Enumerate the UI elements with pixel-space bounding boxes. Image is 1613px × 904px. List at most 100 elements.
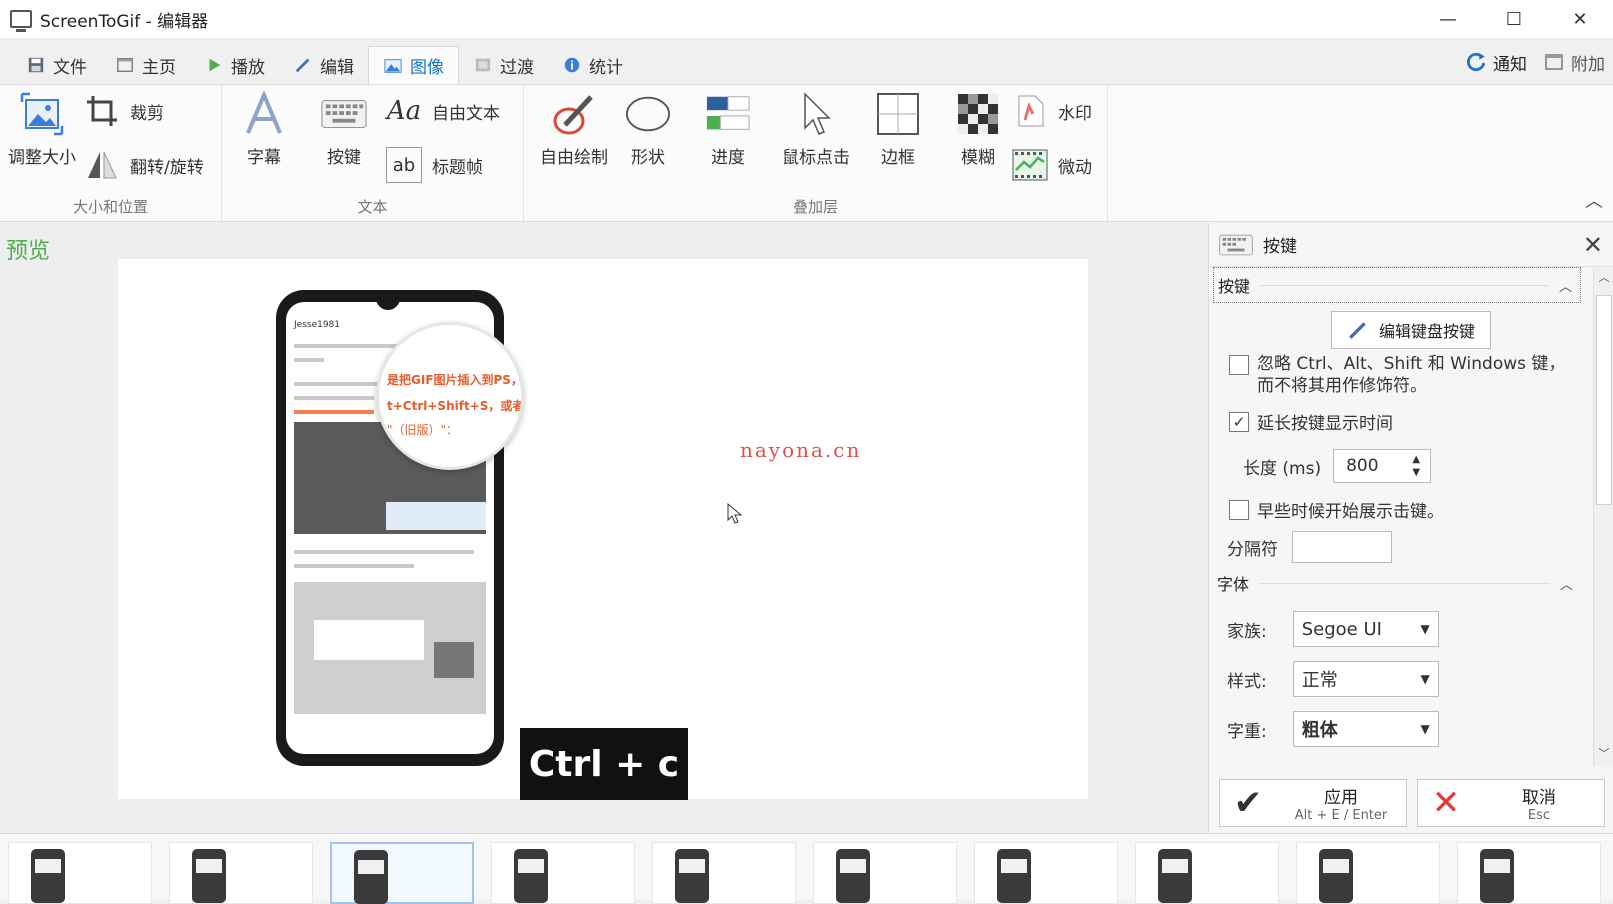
cancel-button[interactable]: ✕ 取消 Esc xyxy=(1417,779,1605,827)
extend-display-row[interactable]: ✓ 延长按键显示时间 xyxy=(1229,409,1393,434)
flip-rotate-button[interactable]: 翻转/旋转 xyxy=(84,147,204,183)
ellipse-icon xyxy=(625,91,671,137)
tab-home-label: 主页 xyxy=(142,57,176,78)
progress-icon xyxy=(705,91,751,137)
frame-thumbnail[interactable] xyxy=(813,842,957,904)
tab-home[interactable]: 主页 xyxy=(101,46,190,84)
blur-button[interactable]: 模糊 xyxy=(948,91,1008,168)
mouse-clicks-label: 鼠标点击 xyxy=(782,148,850,168)
frame-thumbnail[interactable] xyxy=(491,842,635,904)
tab-file[interactable]: 文件 xyxy=(12,46,101,84)
free-drawing-button[interactable]: 自由绘制 xyxy=(532,91,616,168)
frame-filmstrip xyxy=(0,833,1613,904)
keystrokes-button[interactable]: 按键 xyxy=(310,91,378,168)
frame-thumbnail-image xyxy=(514,849,548,903)
frame-thumbnail[interactable] xyxy=(652,842,796,904)
spinner-arrows-icon[interactable]: ▲ ▼ xyxy=(1412,453,1420,479)
tab-file-label: 文件 xyxy=(53,57,87,78)
title-frame-label: 标题帧 xyxy=(432,157,483,178)
resize-button[interactable]: 调整大小 xyxy=(4,91,80,168)
edit-keys-button[interactable]: 编辑键盘按键 xyxy=(1331,311,1491,349)
cinemagraph-button[interactable]: 微动 xyxy=(1012,147,1092,183)
family-select[interactable]: Segoe UI ▼ xyxy=(1292,611,1439,647)
collapse-ribbon-chevron-icon[interactable]: ︿ xyxy=(1585,187,1603,213)
title-bar: ScreenToGif - 编辑器 — ☐ ✕ xyxy=(0,0,1613,38)
watermark-button[interactable]: 水印 xyxy=(1012,93,1092,129)
frame-thumbnail-image xyxy=(675,849,709,903)
group-size-label: 大小和位置 xyxy=(72,198,148,216)
style-label: 样式: xyxy=(1227,671,1267,692)
separator-row: 分隔符 xyxy=(1227,531,1392,563)
crop-button[interactable]: 裁剪 xyxy=(84,93,164,129)
earlier-display-checkbox[interactable] xyxy=(1229,499,1249,520)
section-keys-header[interactable]: 按键 ︿ xyxy=(1213,267,1581,303)
ignore-modifiers-label: 忽略 Ctrl、Alt、Shift 和 Windows 键，而不将其用作修饰符。 xyxy=(1257,354,1566,396)
cinemagraph-label: 微动 xyxy=(1058,157,1092,178)
free-text-label: 自由文本 xyxy=(432,103,500,124)
shapes-button[interactable]: 形状 xyxy=(618,91,678,168)
ignore-modifiers-row[interactable]: 忽略 Ctrl、Alt、Shift 和 Windows 键，而不将其用作修饰符。 xyxy=(1229,353,1579,397)
apply-shortcut: Alt + E / Enter xyxy=(1294,808,1388,823)
preview-canvas[interactable] xyxy=(118,259,1088,799)
separator-input[interactable] xyxy=(1292,531,1392,563)
caption-button[interactable]: 字幕 xyxy=(234,91,294,168)
frame-thumbnail-image xyxy=(1480,849,1514,903)
close-panel-icon[interactable]: ✕ xyxy=(1583,231,1603,259)
frame-thumbnail[interactable] xyxy=(330,842,474,904)
frame-thumbnail[interactable] xyxy=(1135,842,1279,904)
progress-button[interactable]: 进度 xyxy=(698,91,758,168)
ignore-modifiers-checkbox[interactable] xyxy=(1229,355,1249,375)
notifications-button[interactable]: 通知 xyxy=(1465,50,1527,75)
tab-image[interactable]: 图像 xyxy=(368,46,459,84)
free-text-button[interactable]: Aa 自由文本 xyxy=(386,93,500,129)
weight-select[interactable]: 粗体 ▼ xyxy=(1292,711,1439,747)
key-overlay-box: Ctrl + c xyxy=(520,728,688,800)
section-font-header[interactable]: 字体 ︿ xyxy=(1213,565,1581,601)
preview-label: 预览 xyxy=(6,239,51,264)
earlier-display-label: 早些时候开始展示击键。 xyxy=(1257,502,1444,522)
maximize-button[interactable]: ☐ xyxy=(1481,0,1547,38)
tab-transition[interactable]: 过渡 xyxy=(459,46,548,84)
app-monitor-icon xyxy=(10,10,32,32)
weight-label: 字重: xyxy=(1227,721,1267,742)
notifications-label: 通知 xyxy=(1493,54,1527,75)
tab-statistics[interactable]: 统计 xyxy=(548,46,637,84)
scroll-up-icon[interactable]: ︿ xyxy=(1596,269,1612,289)
length-input[interactable]: 800 ▲ ▼ xyxy=(1333,449,1432,483)
ribbon-tabs: 文件 主页 播放 编辑 图像 过渡 统计 xyxy=(0,44,1613,84)
tab-transition-label: 过渡 xyxy=(500,57,534,78)
minimize-button[interactable]: — xyxy=(1415,0,1481,38)
title-frame-button[interactable]: ab 标题帧 xyxy=(386,147,483,183)
home-icon xyxy=(117,58,133,72)
free-drawing-label: 自由绘制 xyxy=(540,148,608,168)
tab-statistics-label: 统计 xyxy=(589,57,623,78)
earlier-display-row[interactable]: 早些时候开始展示击键。 xyxy=(1229,497,1444,522)
tab-edit[interactable]: 编辑 xyxy=(279,46,368,84)
apply-button[interactable]: ✔ 应用 Alt + E / Enter xyxy=(1219,779,1407,827)
scroll-down-icon[interactable]: ﹀ xyxy=(1596,745,1612,765)
panel-scrollbar[interactable]: ︿ ﹀ xyxy=(1593,267,1613,767)
style-row: 样式: 正常 ▼ xyxy=(1227,661,1439,697)
chevron-up-icon: ︿ xyxy=(1559,577,1573,593)
pencil-icon xyxy=(1349,322,1366,339)
mouse-clicks-button[interactable]: 鼠标点击 xyxy=(768,91,864,168)
chevron-up-icon: ︿ xyxy=(1558,279,1572,295)
close-button[interactable]: ✕ xyxy=(1547,0,1613,38)
tab-play[interactable]: 播放 xyxy=(190,46,279,84)
extras-button[interactable]: 附加 xyxy=(1543,50,1605,75)
border-button[interactable]: 边框 xyxy=(868,91,928,168)
save-icon xyxy=(28,57,44,73)
extend-display-checkbox[interactable]: ✓ xyxy=(1229,411,1249,432)
length-row: 长度 (ms) 800 ▲ ▼ xyxy=(1243,449,1432,483)
frame-thumbnail[interactable] xyxy=(1457,842,1601,904)
play-icon xyxy=(209,58,221,72)
brush-icon xyxy=(551,91,597,137)
scroll-thumb[interactable] xyxy=(1596,295,1612,505)
frame-thumbnail[interactable] xyxy=(974,842,1118,904)
frame-thumbnail[interactable] xyxy=(169,842,313,904)
style-select[interactable]: 正常 ▼ xyxy=(1292,661,1439,697)
watermark-text: nayona.cn xyxy=(740,438,862,462)
frame-thumbnail[interactable] xyxy=(8,842,152,904)
font-aa-icon: Aa xyxy=(386,96,422,126)
frame-thumbnail[interactable] xyxy=(1296,842,1440,904)
